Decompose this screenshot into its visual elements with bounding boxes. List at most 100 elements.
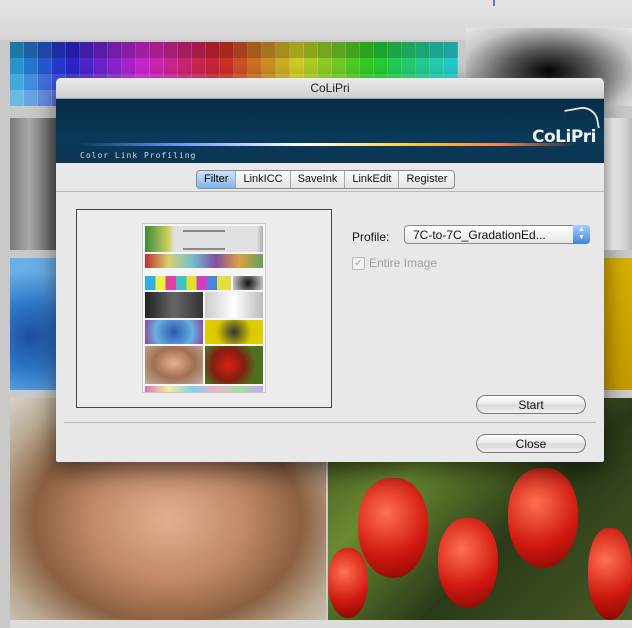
color-swatch: [192, 58, 206, 74]
color-swatch: [52, 58, 66, 74]
color-swatch: [24, 42, 38, 58]
color-swatch: [388, 58, 402, 74]
color-swatch: [10, 74, 24, 90]
color-swatch: [430, 58, 444, 74]
color-swatch: [192, 42, 206, 58]
color-swatch: [24, 74, 38, 90]
divider: [64, 422, 596, 423]
color-swatch: [430, 42, 444, 58]
yellow-flower-image: [600, 258, 632, 390]
color-swatch: [332, 42, 346, 58]
color-swatch: [234, 58, 248, 74]
test-chart-thumbnail: [143, 224, 265, 392]
start-button[interactable]: Start: [476, 395, 586, 414]
color-swatch: [38, 58, 52, 74]
color-swatch: [262, 42, 276, 58]
color-swatch: [360, 58, 374, 74]
color-swatch: [276, 42, 290, 58]
chess-pieces-dark-image: [10, 118, 58, 250]
segmented-tabs: Filter LinkICC SaveInk LinkEdit Register: [196, 170, 456, 189]
tab-saveink[interactable]: SaveInk: [291, 171, 346, 188]
color-swatch: [150, 42, 164, 58]
tab-bar: Filter LinkICC SaveInk LinkEdit Register: [56, 163, 604, 192]
entire-image-checkbox[interactable]: ✓: [352, 256, 365, 270]
colipri-window: CoLiPri Color Link Profiling CoLiPri Fil…: [56, 78, 604, 462]
color-swatch: [374, 42, 388, 58]
entire-image-label: Entire Image: [369, 256, 438, 270]
entire-image-option[interactable]: ✓ Entire Image: [352, 256, 437, 270]
bottom-strip: [10, 620, 632, 628]
color-swatch: [164, 58, 178, 74]
color-swatch: [402, 42, 416, 58]
color-swatch: [304, 42, 318, 58]
up-down-arrows-icon: ▲ ▼: [573, 225, 590, 244]
color-swatch: [164, 42, 178, 58]
color-swatch: [248, 42, 262, 58]
color-swatch: [290, 42, 304, 58]
color-swatch: [346, 58, 360, 74]
color-swatch: [80, 42, 94, 58]
close-button[interactable]: Close: [476, 434, 586, 453]
color-swatch: [178, 42, 192, 58]
color-swatch: [24, 58, 38, 74]
color-swatch: [346, 42, 360, 58]
color-swatch: [318, 42, 332, 58]
profile-select[interactable]: 7C-to-7C_GradationEd... ▲ ▼: [404, 225, 590, 244]
color-swatch: [38, 90, 52, 106]
tab-linkicc[interactable]: LinkICC: [236, 171, 291, 188]
colipri-logo: CoLiPri: [532, 127, 597, 147]
color-swatch: [108, 42, 122, 58]
color-swatch: [332, 58, 346, 74]
color-swatch: [10, 90, 24, 106]
color-swatch: [206, 58, 220, 74]
profile-label: Profile:: [352, 230, 390, 244]
color-swatch: [136, 58, 150, 74]
color-swatch: [416, 42, 430, 58]
color-swatch: [220, 42, 234, 58]
color-swatch: [444, 42, 458, 58]
color-swatch: [444, 58, 458, 74]
color-swatch: [416, 58, 430, 74]
color-swatch: [220, 58, 234, 74]
color-swatch: [402, 58, 416, 74]
tab-filter[interactable]: Filter: [197, 171, 237, 188]
color-swatch: [52, 42, 66, 58]
color-swatch: [10, 42, 24, 58]
profile-select-value: 7C-to-7C_GradationEd...: [413, 228, 546, 242]
blue-beads-image: [10, 258, 58, 390]
color-swatch: [360, 42, 374, 58]
color-swatch: [136, 42, 150, 58]
top-marker: [493, 0, 503, 6]
colipri-banner: Color Link Profiling CoLiPri: [56, 99, 604, 163]
color-swatch: [318, 58, 332, 74]
color-swatch: [276, 58, 290, 74]
color-swatch: [150, 58, 164, 74]
color-swatch: [262, 58, 276, 74]
color-swatch: [290, 58, 304, 74]
color-swatch: [38, 74, 52, 90]
banner-light-streak: [78, 143, 576, 146]
color-swatch: [80, 58, 94, 74]
color-swatch: [24, 90, 38, 106]
window-title[interactable]: CoLiPri: [56, 78, 604, 99]
tab-register[interactable]: Register: [399, 171, 454, 188]
color-swatch: [374, 58, 388, 74]
color-swatch: [122, 58, 136, 74]
color-swatch: [66, 42, 80, 58]
color-swatch: [108, 58, 122, 74]
color-swatch: [94, 58, 108, 74]
color-swatch: [122, 42, 136, 58]
color-swatch: [10, 58, 24, 74]
image-preview-box: [76, 209, 332, 408]
color-swatch: [38, 42, 52, 58]
color-swatch: [388, 42, 402, 58]
color-swatch: [178, 58, 192, 74]
color-swatch: [66, 58, 80, 74]
color-swatch: [248, 58, 262, 74]
banner-tagline: Color Link Profiling: [80, 151, 197, 160]
color-swatch: [304, 58, 318, 74]
chess-pieces-light-image: [600, 118, 632, 250]
color-swatch: [234, 42, 248, 58]
tab-linkedit[interactable]: LinkEdit: [345, 171, 400, 188]
color-swatch: [206, 42, 220, 58]
